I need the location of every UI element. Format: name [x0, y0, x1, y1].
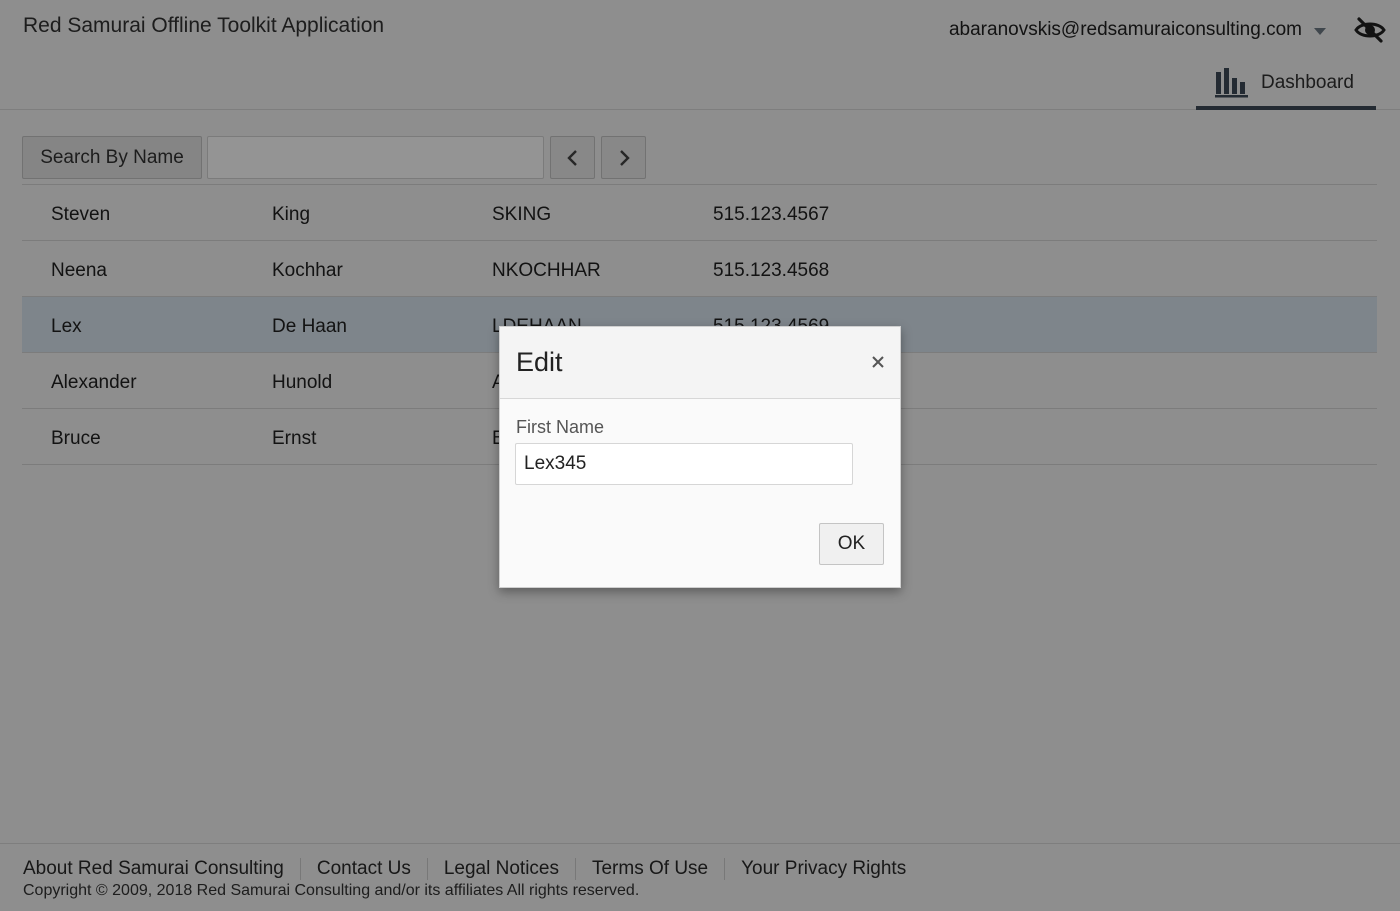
dialog-header: Edit: [500, 327, 900, 399]
first-name-field[interactable]: [515, 443, 853, 485]
first-name-label: First Name: [516, 417, 605, 437]
ok-button[interactable]: OK: [819, 523, 884, 565]
dialog-title: Edit: [516, 347, 563, 377]
close-icon[interactable]: [870, 354, 886, 370]
edit-dialog: Edit First Name OK: [499, 326, 901, 588]
